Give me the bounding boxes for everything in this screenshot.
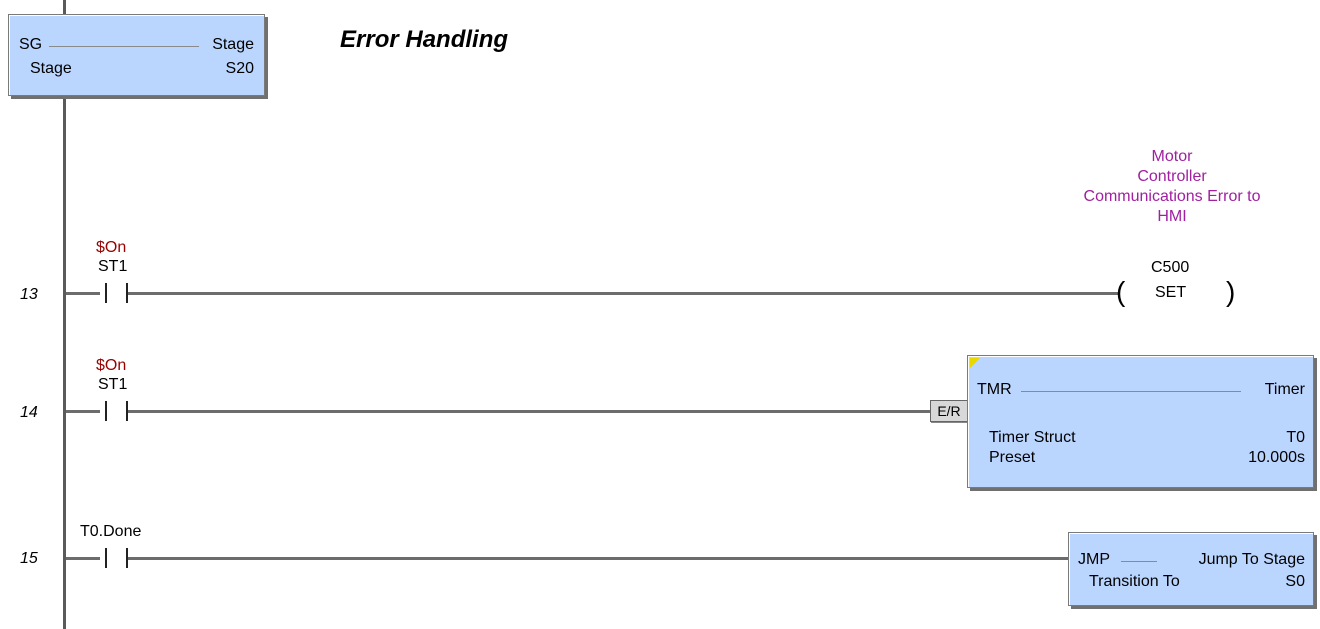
stage-instruction-box[interactable]: SG Stage Stage S20	[8, 14, 265, 96]
coil-type: SET	[1155, 284, 1187, 301]
stage-opcode: SG	[19, 36, 43, 53]
timer-opcode: TMR	[977, 381, 1012, 398]
rung-13-wire-left	[66, 292, 100, 295]
timer-title-line	[1021, 391, 1241, 392]
jump-title-line	[1121, 561, 1157, 562]
rung-14-wire-right	[128, 410, 932, 413]
coil-desc-line: Motor	[1151, 148, 1193, 165]
contact-left-bar	[105, 548, 107, 568]
coil-desc-line: Communications Error to	[1083, 188, 1261, 205]
coil-desc-line: HMI	[1157, 208, 1187, 225]
jump-name: Jump To Stage	[1198, 551, 1305, 568]
coil-desc-line: Controller	[1137, 168, 1207, 185]
timer-struct-value: T0	[1286, 429, 1305, 446]
rung-13-wire-right	[128, 292, 1120, 295]
contact-left-bar	[105, 401, 107, 421]
rung-15-wire-right	[128, 557, 1070, 560]
jump-transition-value: S0	[1285, 573, 1305, 590]
jump-instruction-box[interactable]: JMP Jump To Stage Transition To S0	[1068, 532, 1314, 606]
timer-preset-label: Preset	[989, 449, 1036, 466]
rung-comment-title: Error Handling	[340, 26, 509, 53]
rung-14-wire-left	[66, 410, 100, 413]
comment-indicator-icon	[970, 358, 980, 368]
contact-address: ST1	[98, 258, 128, 275]
coil-right-arc: )	[1226, 276, 1236, 307]
timer-instruction-box[interactable]: TMR Timer Timer Struct T0 Preset 10.000s	[967, 355, 1314, 488]
stage-name: Stage	[212, 36, 254, 53]
timer-name: Timer	[1264, 381, 1305, 398]
contact-left-bar	[105, 283, 107, 303]
jump-opcode: JMP	[1078, 551, 1110, 568]
stage-label: Stage	[30, 60, 72, 77]
contact-address: ST1	[98, 376, 128, 393]
stage-title-line	[49, 46, 199, 47]
timer-preset-value: 10.000s	[1248, 449, 1305, 466]
jump-transition-label: Transition To	[1089, 573, 1180, 590]
coil-description: Motor Controller Communications Error to…	[1062, 147, 1282, 227]
rung-number-13: 13	[20, 286, 38, 303]
contact-address: T0.Done	[80, 523, 142, 540]
coil-address: C500	[1151, 259, 1190, 276]
rung-number-14: 14	[20, 404, 38, 421]
timer-struct-label: Timer Struct	[989, 429, 1076, 446]
rung-number-15: 15	[20, 550, 38, 567]
coil-left-arc: (	[1116, 276, 1126, 307]
set-coil[interactable]: ( SET )	[1116, 278, 1246, 308]
contact-nickname: $On	[96, 357, 127, 374]
rung-15-wire-left	[66, 557, 100, 560]
contact-nickname: $On	[96, 239, 127, 256]
stage-address: S20	[225, 60, 254, 77]
enable-reset-input[interactable]: E/R	[930, 400, 968, 422]
